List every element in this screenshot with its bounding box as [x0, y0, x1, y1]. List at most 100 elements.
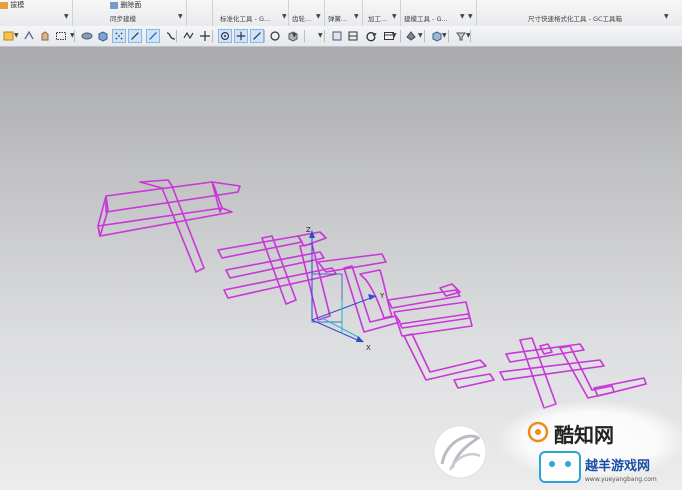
dropdown-arrow[interactable]: ▼: [282, 13, 287, 20]
toolbar-dropdown-arrow[interactable]: ▼: [372, 32, 377, 39]
toolbar-separator: [424, 30, 425, 42]
char5-right: [559, 345, 615, 399]
wave-icon-glyph: [183, 31, 194, 40]
fill-icon-glyph: [406, 31, 416, 41]
group-label-modeling-tools: 建模工具 - G...: [404, 15, 448, 23]
text-outline-char-4[interactable]: [387, 283, 487, 381]
render-icon-glyph: [332, 31, 342, 41]
toolbar-dropdown-arrow[interactable]: ▼: [14, 32, 19, 39]
grid-icon[interactable]: [112, 29, 126, 43]
dropdown-arrow[interactable]: ▼: [468, 13, 473, 20]
game-logo-eye: [549, 461, 555, 467]
slash-icon[interactable]: [250, 29, 264, 43]
draft-command[interactable]: 拔模: [0, 0, 24, 10]
brand-logo-dot: [535, 429, 541, 435]
curve-icon[interactable]: [146, 29, 160, 43]
box-select-icon-glyph: [56, 32, 66, 40]
y-axis-label: Y: [379, 292, 385, 300]
toolbar-dropdown-arrow[interactable]: ▼: [418, 32, 423, 39]
char1-stroke-bottom: [97, 207, 233, 237]
solid-icon-glyph: [98, 31, 108, 42]
char5-foot: [453, 373, 495, 389]
model-canvas[interactable]: Z Y X 酷知网 越羊游戏网 www.yueyangbang.com: [0, 47, 682, 490]
view-icon-glyph: [81, 32, 93, 40]
dropdown-arrow[interactable]: ▼: [316, 13, 321, 20]
group-separator: [212, 0, 213, 26]
delete-face-icon: [110, 1, 118, 9]
toolbar-dropdown-arrow[interactable]: ▼: [318, 32, 323, 39]
view-icon[interactable]: [80, 29, 94, 43]
grid-icon-glyph: [115, 32, 123, 40]
char5-base: [593, 377, 647, 397]
brand2-name: 越羊游戏网: [584, 458, 650, 474]
toolbar-separator: [264, 30, 265, 42]
draft-icon: [0, 1, 8, 9]
watermark: 酷知网 越羊游戏网 www.yueyangbang.com: [433, 400, 682, 483]
toolbar-separator: [212, 30, 213, 42]
toolbar-dropdown-arrow[interactable]: ▼: [392, 32, 397, 39]
toolbar-separator: [470, 30, 471, 42]
group-label-spring: 弹簧...: [328, 15, 348, 23]
dropdown-arrow[interactable]: ▼: [392, 13, 397, 20]
layer-icon[interactable]: [346, 29, 360, 43]
game-logo-icon: [539, 451, 581, 483]
wave-icon[interactable]: [182, 29, 196, 43]
render-icon[interactable]: [330, 29, 344, 43]
slash-icon-glyph: [253, 32, 261, 40]
char5-mid: [499, 359, 605, 381]
brand-name: 酷知网: [554, 423, 614, 447]
rotate-icon[interactable]: [268, 29, 282, 43]
coordinate-system[interactable]: Z Y X: [306, 226, 385, 352]
char1-left-bar: [97, 195, 109, 237]
dropdown-arrow[interactable]: ▼: [354, 13, 359, 20]
selection-toolbar: ▼ ▼ ▼ ▼ ▼ ▼ ▼ ▼ ▼: [0, 26, 682, 47]
char4-hook: [439, 283, 461, 297]
lasso-icon[interactable]: [22, 29, 36, 43]
box-select-icon[interactable]: [54, 29, 68, 43]
char2-top: [217, 235, 303, 259]
group-label-dimension-format: 尺寸快速格式化工具 - GC工具箱: [528, 15, 623, 23]
group-label-standard-tools: 标准化工具 - G...: [220, 15, 271, 23]
z-axis-label: Z: [306, 226, 311, 234]
circle-icon[interactable]: [218, 29, 232, 43]
dropdown-arrow[interactable]: ▼: [178, 13, 183, 20]
solid-icon[interactable]: [96, 29, 110, 43]
point-icon-glyph: [200, 31, 210, 41]
group-separator: [476, 0, 477, 26]
toolbar-dropdown-arrow[interactable]: ▼: [442, 32, 447, 39]
group-separator: [186, 0, 187, 26]
brand2-url: www.yueyangbang.com: [585, 476, 657, 483]
dropdown-arrow[interactable]: ▼: [64, 13, 69, 20]
lasso-icon-glyph: [24, 30, 34, 40]
group-separator: [288, 0, 289, 26]
toolbar-separator: [304, 30, 305, 42]
dropdown-arrow[interactable]: ▼: [664, 13, 669, 20]
circle-icon-glyph: [221, 32, 229, 40]
line-icon[interactable]: [128, 29, 142, 43]
toolbar-separator: [324, 30, 325, 42]
hand-icon[interactable]: [38, 29, 52, 43]
group-label-gear: 齿轮...: [292, 15, 312, 23]
graphics-viewport[interactable]: Z Y X 酷知网 越羊游戏网 www.yueyangbang.com: [0, 47, 682, 490]
fill-icon[interactable]: [404, 29, 418, 43]
text-outline-char-1[interactable]: [97, 179, 241, 273]
char4-inner-bar: [399, 313, 471, 329]
point-icon[interactable]: [198, 29, 212, 43]
toolbar-dropdown-arrow[interactable]: ▼: [292, 32, 297, 39]
char1-vertical: [139, 179, 205, 273]
toolbar-separator: [400, 30, 401, 42]
dropdown-arrow[interactable]: ▼: [460, 13, 465, 20]
group-separator: [324, 0, 325, 26]
plus-icon[interactable]: [234, 29, 248, 43]
char4-tail: [403, 333, 487, 381]
csys-cyan-1: [321, 317, 361, 339]
toolbar-separator: [74, 30, 75, 42]
line-icon-glyph: [131, 32, 139, 40]
x-axis: [311, 319, 363, 343]
delete-face-command[interactable]: 删除面: [110, 0, 141, 10]
group-label-sync-modeling: 同步建模: [110, 15, 136, 23]
toolbar-separator: [448, 30, 449, 42]
text-outline-char-5[interactable]: [453, 337, 647, 409]
char3-curl: [359, 269, 393, 319]
group-separator: [362, 0, 363, 26]
